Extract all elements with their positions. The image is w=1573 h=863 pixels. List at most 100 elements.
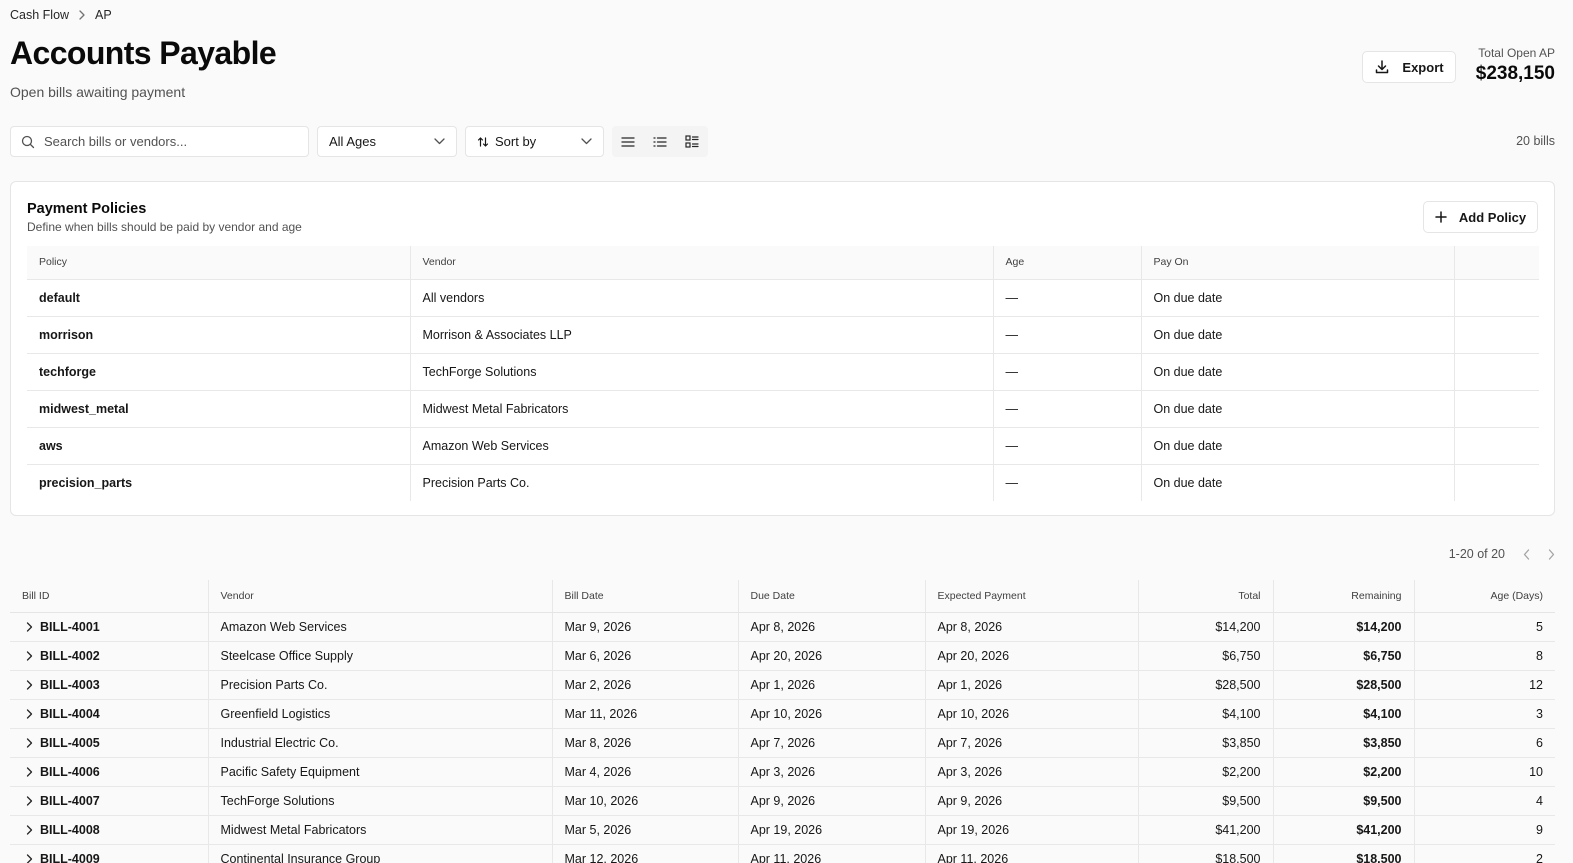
column-header-bill-date[interactable]: Bill Date xyxy=(552,580,739,613)
view-compact-button[interactable] xyxy=(612,126,644,157)
breadcrumb-current: AP xyxy=(95,8,112,22)
column-header-due-date[interactable]: Due Date xyxy=(738,580,926,613)
bill-age-days: 10 xyxy=(1414,757,1555,787)
bill-vendor: Industrial Electric Co. xyxy=(208,728,553,758)
column-header-age[interactable]: Age xyxy=(993,246,1142,280)
column-header-pay-on[interactable]: Pay On xyxy=(1141,246,1455,280)
policy-age: — xyxy=(993,427,1142,465)
column-header-total[interactable]: Total xyxy=(1138,580,1274,613)
column-header-policy[interactable]: Policy xyxy=(27,246,411,280)
bill-remaining: $14,200 xyxy=(1273,612,1415,642)
policy-row[interactable]: precision_parts Precision Parts Co. — On… xyxy=(27,464,1539,501)
expand-row-chevron-icon[interactable] xyxy=(26,824,33,835)
bill-expected-payment: Apr 8, 2026 xyxy=(925,612,1139,642)
policy-row[interactable]: techforge TechForge Solutions — On due d… xyxy=(27,353,1539,391)
page-title: Accounts Payable xyxy=(10,35,277,71)
policy-actions xyxy=(1454,279,1539,317)
column-header-bill-id[interactable]: Bill ID xyxy=(10,580,209,613)
expand-row-chevron-icon[interactable] xyxy=(26,853,33,863)
bill-id: BILL-4005 xyxy=(40,735,100,750)
pagination-range: 1-20 of 20 xyxy=(1448,547,1505,561)
bill-row[interactable]: BILL-4002 Steelcase Office Supply Mar 6, 2… xyxy=(10,641,1555,671)
bill-age-days: 3 xyxy=(1414,699,1555,729)
bill-date: Mar 5, 2026 xyxy=(552,815,739,845)
bill-row[interactable]: BILL-4009 Continental Insurance Group Mar … xyxy=(10,844,1555,863)
bill-total: $2,200 xyxy=(1138,757,1274,787)
policy-vendor: Midwest Metal Fabricators xyxy=(410,390,994,428)
bill-row[interactable]: BILL-4004 Greenfield Logistics Mar 11, 202… xyxy=(10,699,1555,729)
bill-row[interactable]: BILL-4001 Amazon Web Services Mar 9, 2026 A… xyxy=(10,612,1555,642)
policy-vendor: TechForge Solutions xyxy=(410,353,994,391)
column-header-remaining[interactable]: Remaining xyxy=(1273,580,1415,613)
bills-table: Bill ID Vendor Bill Date Due Date Expect… xyxy=(10,580,1555,863)
breadcrumb-parent-link[interactable]: Cash Flow xyxy=(10,8,69,22)
policy-pay-on: On due date xyxy=(1141,353,1455,391)
search-box xyxy=(10,126,309,157)
previous-page-button[interactable] xyxy=(1523,548,1530,560)
bill-remaining: $3,850 xyxy=(1273,728,1415,758)
policy-row[interactable]: default All vendors — On due date xyxy=(27,279,1539,317)
policy-row[interactable]: aws Amazon Web Services — On due date xyxy=(27,427,1539,465)
policy-actions xyxy=(1454,316,1539,354)
bill-id: BILL-4009 xyxy=(40,851,100,863)
bill-vendor: Amazon Web Services xyxy=(208,612,553,642)
bill-total: $4,100 xyxy=(1138,699,1274,729)
bill-vendor: Pacific Safety Equipment xyxy=(208,757,553,787)
column-header-vendor[interactable]: Vendor xyxy=(410,246,994,280)
bills-header-row: Bill ID Vendor Bill Date Due Date Expect… xyxy=(10,580,1555,613)
policy-age: — xyxy=(993,279,1142,317)
add-policy-button[interactable]: Add Policy xyxy=(1423,201,1538,233)
column-header-age-days[interactable]: Age (Days) xyxy=(1414,580,1555,613)
bill-age-days: 5 xyxy=(1414,612,1555,642)
bill-id: BILL-4001 xyxy=(40,619,100,634)
bill-row[interactable]: BILL-4003 Precision Parts Co. Mar 2, 2026 A… xyxy=(10,670,1555,700)
policies-header-row: Policy Vendor Age Pay On xyxy=(27,246,1539,280)
bill-row[interactable]: BILL-4005 Industrial Electric Co. Mar 8, 2… xyxy=(10,728,1555,758)
expand-row-chevron-icon[interactable] xyxy=(26,795,33,806)
sort-select[interactable]: Sort by xyxy=(465,126,604,157)
expand-row-chevron-icon[interactable] xyxy=(26,621,33,632)
search-input[interactable] xyxy=(44,134,294,149)
view-detail-button[interactable] xyxy=(676,126,708,157)
bill-expected-payment: Apr 3, 2026 xyxy=(925,757,1139,787)
policy-vendor: Morrison & Associates LLP xyxy=(410,316,994,354)
bill-row[interactable]: BILL-4008 Midwest Metal Fabricators Mar 5,… xyxy=(10,815,1555,845)
policies-table: Policy Vendor Age Pay On default All ven… xyxy=(27,246,1539,501)
bill-vendor: Midwest Metal Fabricators xyxy=(208,815,553,845)
column-header-vendor[interactable]: Vendor xyxy=(208,580,553,613)
plus-icon xyxy=(1435,211,1447,223)
bill-date: Mar 2, 2026 xyxy=(552,670,739,700)
bill-vendor: Steelcase Office Supply xyxy=(208,641,553,671)
policy-age: — xyxy=(993,464,1142,501)
expand-row-chevron-icon[interactable] xyxy=(26,708,33,719)
policy-actions xyxy=(1454,427,1539,465)
list-icon xyxy=(653,136,667,148)
column-header-expected-payment[interactable]: Expected Payment xyxy=(925,580,1139,613)
bill-row[interactable]: BILL-4007 TechForge Solutions Mar 10, 2026… xyxy=(10,786,1555,816)
expand-row-chevron-icon[interactable] xyxy=(26,766,33,777)
policy-row[interactable]: midwest_metal Midwest Metal Fabricators … xyxy=(27,390,1539,428)
bill-age-days: 8 xyxy=(1414,641,1555,671)
expand-row-chevron-icon[interactable] xyxy=(26,737,33,748)
policy-row[interactable]: morrison Morrison & Associates LLP — On … xyxy=(27,316,1539,354)
detail-list-icon xyxy=(685,135,699,148)
policy-name: midwest_metal xyxy=(27,390,411,428)
expand-row-chevron-icon[interactable] xyxy=(26,679,33,690)
next-page-button[interactable] xyxy=(1548,548,1555,560)
bill-age-days: 6 xyxy=(1414,728,1555,758)
page-subtitle: Open bills awaiting payment xyxy=(10,84,186,100)
export-button[interactable]: Export xyxy=(1362,51,1456,83)
bill-vendor: Greenfield Logistics xyxy=(208,699,553,729)
expand-row-chevron-icon[interactable] xyxy=(26,650,33,661)
download-icon xyxy=(1374,59,1390,75)
view-list-button[interactable] xyxy=(644,126,676,157)
bill-row[interactable]: BILL-4006 Pacific Safety Equipment Mar 4, … xyxy=(10,757,1555,787)
bill-id-cell: BILL-4009 xyxy=(10,844,209,863)
policy-name: aws xyxy=(27,427,411,465)
policy-age: — xyxy=(993,390,1142,428)
bill-expected-payment: Apr 9, 2026 xyxy=(925,786,1139,816)
bill-id-cell: BILL-4003 xyxy=(10,670,209,700)
total-open-ap-value: $238,150 xyxy=(1475,63,1555,84)
payment-policies-card: Payment Policies Define when bills shoul… xyxy=(10,181,1555,516)
age-filter-select[interactable]: All Ages xyxy=(317,126,457,157)
